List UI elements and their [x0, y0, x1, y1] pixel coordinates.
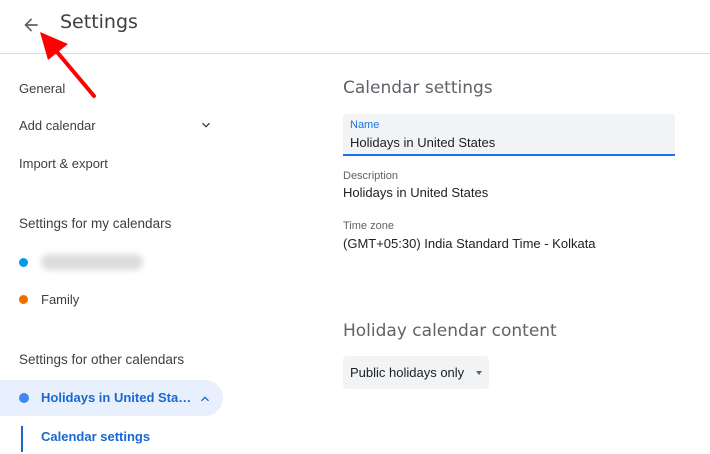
timezone-label: Time zone: [343, 220, 394, 232]
sidebar-item-label: Holidays in United Sta…: [41, 390, 192, 405]
holiday-content-heading: Holiday calendar content: [343, 321, 557, 341]
timezone-value[interactable]: (GMT+05:30) India Standard Time - Kolkat…: [343, 236, 596, 251]
sidebar-item-family[interactable]: Family: [41, 292, 79, 307]
top-bar: Settings: [0, 0, 710, 54]
description-label: Description: [343, 170, 399, 182]
blurred-calendar-name[interactable]: [41, 254, 143, 270]
calendar-color-dot: [19, 393, 29, 403]
sidebar-item-import-export[interactable]: Import & export: [19, 156, 108, 171]
name-field-value[interactable]: Holidays in United States: [350, 135, 495, 150]
description-value[interactable]: Holidays in United States: [343, 185, 488, 200]
dropdown-caret-icon: [476, 371, 482, 375]
calendar-color-dot: [19, 258, 28, 267]
sidebar-item-holidays-us[interactable]: Holidays in United Sta…: [0, 380, 223, 416]
sidebar-subitem-calendar-settings[interactable]: Calendar settings: [41, 429, 150, 444]
other-calendars-heading: Settings for other calendars: [19, 352, 185, 367]
main-content: Calendar settings Name Holidays in Unite…: [343, 54, 710, 454]
holiday-content-select[interactable]: Public holidays only: [343, 356, 489, 389]
sidebar-item-general[interactable]: General: [19, 81, 65, 96]
chevron-down-icon[interactable]: [198, 117, 214, 133]
active-indicator: [21, 426, 23, 452]
chevron-up-icon[interactable]: [197, 391, 213, 407]
name-field[interactable]: Name Holidays in United States: [343, 114, 675, 156]
calendar-color-dot: [19, 295, 28, 304]
holiday-content-select-value: Public holidays only: [350, 365, 465, 380]
sidebar-item-add-calendar[interactable]: Add calendar: [19, 118, 96, 133]
calendar-settings-heading: Calendar settings: [343, 78, 493, 98]
name-field-label: Name: [350, 119, 380, 131]
my-calendars-heading: Settings for my calendars: [19, 216, 172, 231]
